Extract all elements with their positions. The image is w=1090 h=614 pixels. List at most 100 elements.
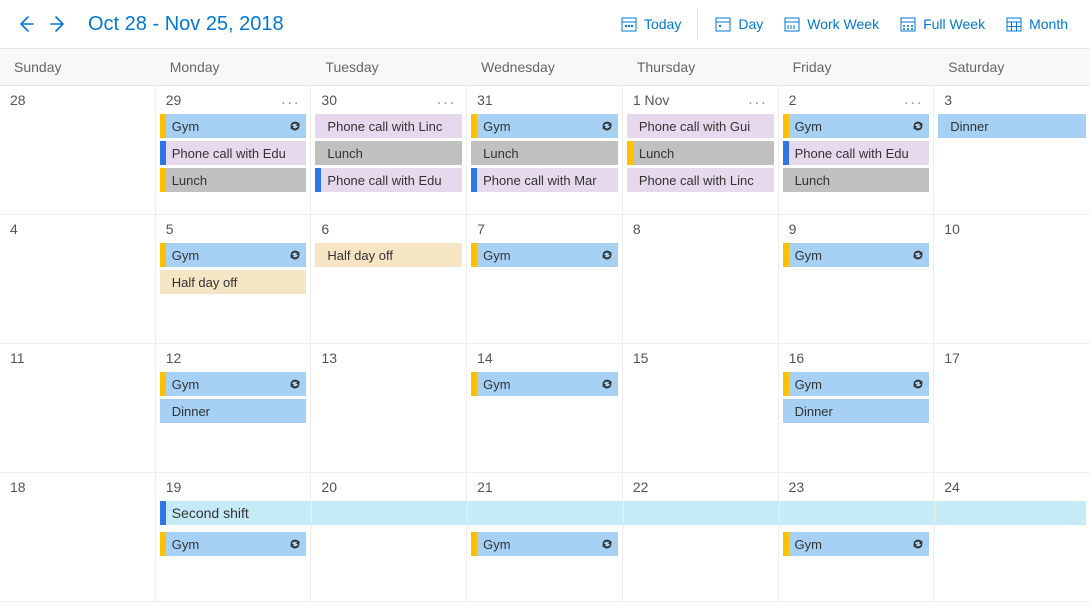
event-label: Lunch [639, 146, 770, 161]
calendar-event[interactable]: Phone call with Linc [627, 168, 774, 192]
day-cell[interactable]: 24 [934, 473, 1090, 501]
day-cell-lower[interactable] [311, 530, 467, 601]
fullweek-view-button[interactable]: Full Week [889, 9, 995, 39]
event-label: Lunch [795, 173, 926, 188]
calendar-event[interactable]: Dinner [160, 399, 307, 423]
day-cell[interactable]: 2...Gym Phone call with Edu Lunch [779, 86, 935, 215]
date-number: 9 [779, 215, 934, 241]
day-cell[interactable]: 23 [779, 473, 935, 501]
date-number: 17 [934, 344, 1090, 370]
day-cell-lower[interactable] [623, 530, 779, 601]
calendar-event[interactable]: Phone call with Linc [315, 114, 462, 138]
day-cell[interactable]: 15 [623, 344, 779, 473]
calendar-event[interactable]: Gym [783, 532, 930, 556]
divider [697, 8, 698, 40]
day-cell[interactable]: 22 [623, 473, 779, 501]
day-cell[interactable]: 5Gym Half day off [156, 215, 312, 344]
calendar-event[interactable]: Lunch [627, 141, 774, 165]
day-cell[interactable]: 19 [156, 473, 312, 501]
day-cell[interactable]: 9Gym [779, 215, 935, 344]
day-cell[interactable]: 3Dinner [934, 86, 1090, 215]
day-cell[interactable]: 31GymLunchPhone call with Mar [467, 86, 623, 215]
day-cell[interactable]: 4 [0, 215, 156, 344]
overflow-indicator[interactable]: ... [748, 95, 767, 105]
day-cell[interactable]: 12Gym Dinner [156, 344, 312, 473]
arrow-right-icon [48, 14, 68, 34]
event-label: Lunch [327, 146, 458, 161]
event-label: Gym [483, 377, 598, 392]
day-cell[interactable]: 6Half day off [311, 215, 467, 344]
event-category-bar [160, 270, 166, 294]
day-cell-lower[interactable]: Gym [779, 530, 935, 601]
day-cell[interactable]: 28 [0, 86, 156, 215]
calendar-fullweek-icon [899, 15, 917, 33]
calendar-workweek-icon [783, 15, 801, 33]
calendar-event[interactable]: Gym [160, 243, 307, 267]
event-category-bar [315, 243, 321, 267]
day-cell-lower[interactable] [934, 530, 1090, 601]
prev-button[interactable] [12, 10, 40, 38]
calendar-event[interactable]: Lunch [471, 141, 618, 165]
today-button[interactable]: Today [610, 9, 691, 39]
calendar-event[interactable]: Gym [783, 114, 930, 138]
event-category-bar [783, 532, 789, 556]
calendar-event[interactable]: Gym [160, 114, 307, 138]
day-view-button[interactable]: Day [704, 9, 773, 39]
calendar-event[interactable]: Dinner [938, 114, 1086, 138]
day-cell[interactable]: 18 [0, 473, 156, 501]
calendar-event[interactable]: Gym [160, 372, 307, 396]
day-cell[interactable]: 17 [934, 344, 1090, 473]
calendar-event[interactable]: Phone call with Edu [783, 141, 930, 165]
calendar-event[interactable]: Phone call with Gui [627, 114, 774, 138]
calendar-event[interactable]: Half day off [160, 270, 307, 294]
overflow-indicator[interactable]: ... [904, 95, 923, 105]
calendar-event[interactable]: Half day off [315, 243, 462, 267]
overflow-indicator[interactable]: ... [437, 95, 456, 105]
calendar-event[interactable]: Lunch [315, 141, 462, 165]
calendar-event[interactable]: Gym [471, 114, 618, 138]
month-view-button[interactable]: Month [995, 9, 1078, 39]
calendar-event[interactable]: Lunch [160, 168, 307, 192]
day-label: Day [738, 16, 763, 32]
next-button[interactable] [44, 10, 72, 38]
day-header: Friday [779, 49, 935, 85]
day-cell-lower[interactable] [0, 530, 156, 601]
day-cell[interactable]: 30...Phone call with LincLunchPhone call… [311, 86, 467, 215]
day-cell-lower[interactable]: Gym [467, 530, 623, 601]
day-cell[interactable]: 11 [0, 344, 156, 473]
workweek-view-button[interactable]: Work Week [773, 9, 889, 39]
calendar-event[interactable]: Gym [471, 372, 618, 396]
date-range-title[interactable]: Oct 28 - Nov 25, 2018 [88, 13, 284, 36]
date-number: 12 [156, 344, 311, 370]
recurring-icon [288, 537, 302, 551]
calendar-event[interactable]: Gym [783, 243, 930, 267]
day-cell[interactable]: 20 [311, 473, 467, 501]
event-category-bar [471, 372, 477, 396]
day-cell-lower[interactable]: Gym [156, 530, 312, 601]
calendar-event[interactable]: Phone call with Mar [471, 168, 618, 192]
date-number: 2... [779, 86, 934, 112]
day-cell[interactable]: 10 [934, 215, 1090, 344]
day-cell[interactable]: 7Gym [467, 215, 623, 344]
event-category-bar [160, 501, 166, 525]
day-cell[interactable]: 8 [623, 215, 779, 344]
day-cell[interactable]: 14Gym [467, 344, 623, 473]
date-number: 8 [623, 215, 778, 241]
day-cell[interactable]: 21 [467, 473, 623, 501]
day-cell[interactable]: 16GymDinner [779, 344, 935, 473]
calendar-event[interactable]: Gym [783, 372, 930, 396]
date-number: 5 [156, 215, 311, 241]
day-cell[interactable]: 1 Nov...Phone call with GuiLunchPhone ca… [623, 86, 779, 215]
overflow-indicator[interactable]: ... [281, 95, 300, 105]
day-cell[interactable]: 13 [311, 344, 467, 473]
event-label: Lunch [483, 146, 614, 161]
event-label: Dinner [950, 119, 1082, 134]
calendar-event[interactable]: Gym [471, 532, 618, 556]
calendar-event[interactable]: Lunch [783, 168, 930, 192]
calendar-event[interactable]: Gym [160, 532, 307, 556]
calendar-event[interactable]: Phone call with Edu [315, 168, 462, 192]
calendar-event[interactable]: Gym [471, 243, 618, 267]
calendar-event[interactable]: Dinner [783, 399, 930, 423]
day-cell[interactable]: 29...GymPhone call with EduLunch [156, 86, 312, 215]
calendar-event[interactable]: Phone call with Edu [160, 141, 307, 165]
